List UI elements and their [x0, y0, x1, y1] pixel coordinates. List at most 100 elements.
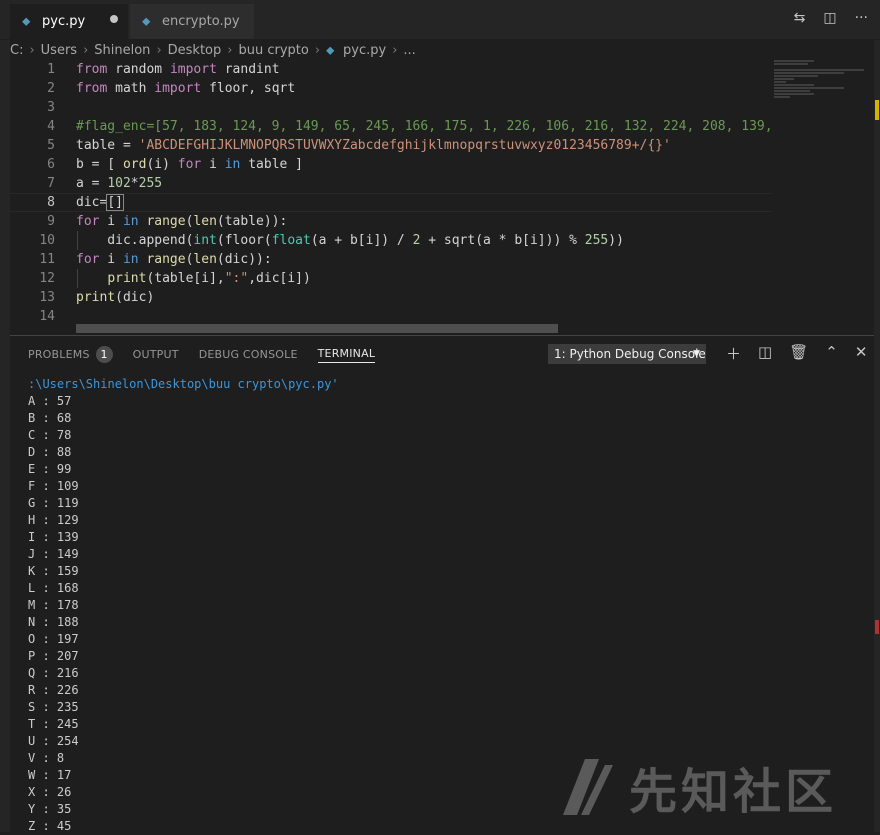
- terminal-line: R : 226: [28, 683, 79, 697]
- breadcrumb-separator-icon: ›: [314, 42, 321, 58]
- minimap-line: [774, 90, 810, 92]
- code-line: dic.append(int(floor(float(a + b[i]) / 2…: [76, 233, 624, 248]
- line-number: 7: [47, 176, 55, 191]
- minimap[interactable]: [774, 60, 874, 335]
- minimap-line: [774, 93, 814, 95]
- minimap-line: [774, 63, 808, 65]
- line-number: 11: [39, 252, 55, 267]
- tab-terminal[interactable]: TERMINAL: [317, 347, 376, 363]
- minimap-line: [774, 75, 818, 77]
- line-number: 10: [39, 233, 55, 248]
- minimap-line: [774, 72, 844, 74]
- minimap-line: [774, 96, 790, 98]
- minimap-line: [774, 78, 794, 80]
- terminal-line: Q : 216: [28, 666, 79, 680]
- scrollbar-marker: [875, 620, 879, 634]
- tab-pyc-py[interactable]: ⬥ pyc.py: [10, 4, 128, 39]
- breadcrumb-item[interactable]: Shinelon: [94, 43, 150, 58]
- terminal-line: N : 188: [28, 615, 79, 629]
- line-number-gutter: 1 2 3 4 5 6 7 8 9 10 11 12 13 14: [10, 60, 55, 326]
- code-content[interactable]: from random import randint from math impo…: [76, 60, 772, 326]
- tab-encrypto-py[interactable]: ⬥ encrypto.py: [130, 4, 254, 39]
- scrollbar-marker: [875, 100, 879, 120]
- code-line: print(table[i],":",dic[i]): [107, 271, 311, 286]
- terminal-line: H : 129: [28, 513, 79, 527]
- split-terminal-icon[interactable]: ◫: [758, 343, 772, 364]
- split-editor-icon[interactable]: ◫: [823, 10, 836, 26]
- tab-problems[interactable]: PROBLEMS 1: [28, 346, 113, 363]
- close-icon[interactable]: ✕: [855, 343, 868, 364]
- xianzhi-logo-icon: [563, 759, 613, 815]
- python-file-icon: ⬥: [22, 14, 31, 28]
- terminal-line: M : 178: [28, 598, 79, 612]
- terminal-line: K : 159: [28, 564, 79, 578]
- minimap-line: [774, 69, 864, 71]
- terminal-line: Z : 45: [28, 819, 72, 833]
- breadcrumb-separator-icon: ›: [156, 42, 162, 58]
- code-line: from random import randint: [76, 62, 280, 77]
- terminal-line: A : 57: [28, 394, 72, 408]
- minimap-line: [774, 84, 814, 86]
- terminal-select[interactable]: 1: Python Debug Console ▼: [548, 344, 706, 364]
- chevron-down-icon: ▼: [693, 349, 700, 359]
- tab-label: PROBLEMS: [28, 348, 90, 361]
- tab-debug-console[interactable]: DEBUG CONSOLE: [199, 348, 298, 361]
- breadcrumb-item[interactable]: ...: [403, 43, 415, 58]
- unsaved-dot-icon[interactable]: [110, 15, 118, 23]
- editor-actions: ⇆ ◫ ···: [794, 10, 868, 26]
- minimap-line: [774, 81, 786, 83]
- watermark-text: 先知社区: [629, 764, 838, 820]
- horizontal-scrollbar[interactable]: [76, 324, 558, 333]
- trash-icon[interactable]: 🗑: [789, 343, 808, 364]
- line-number: 8: [47, 195, 55, 210]
- breadcrumb-item[interactable]: Users: [41, 43, 77, 58]
- terminal-line: G : 119: [28, 496, 79, 510]
- code-line: print(dic): [76, 290, 155, 305]
- terminal-line: D : 88: [28, 445, 72, 459]
- terminal-line: U : 254: [28, 734, 79, 748]
- line-number: 4: [47, 119, 55, 134]
- panel-actions: ＋ ◫ 🗑 ⌃ ✕: [726, 343, 867, 364]
- terminal-line: C : 78: [28, 428, 72, 442]
- minimap-line: [774, 60, 814, 62]
- code-line: from math import floor, sqrt: [76, 81, 296, 96]
- line-number: 12: [39, 271, 55, 286]
- code-editor[interactable]: 1 2 3 4 5 6 7 8 9 10 11 12 13 14 from ra…: [10, 60, 874, 335]
- breadcrumb-item[interactable]: buu crypto: [238, 43, 308, 58]
- breadcrumb-item[interactable]: C:: [10, 43, 23, 58]
- more-actions-icon[interactable]: ···: [855, 10, 868, 26]
- line-number: 6: [47, 157, 55, 172]
- line-number: 14: [39, 309, 55, 324]
- scrollbar-track[interactable]: [874, 40, 880, 832]
- tab-label: pyc.py: [42, 14, 86, 29]
- terminal-line: L : 168: [28, 581, 79, 595]
- code-line: for i in range(len(dic)):: [76, 252, 272, 267]
- terminal-line: E : 99: [28, 462, 72, 476]
- code-line: #flag_enc=[57, 183, 124, 9, 149, 65, 245…: [76, 119, 772, 134]
- code-line: table = 'ABCDEFGHIJKLMNOPQRSTUVWXYZabcde…: [76, 138, 671, 153]
- terminal-line: F : 109: [28, 479, 79, 493]
- breadcrumb-separator-icon: ›: [29, 42, 35, 58]
- sidebar-edge: [0, 40, 10, 832]
- tab-label: encrypto.py: [162, 14, 240, 29]
- line-number: 5: [47, 138, 55, 153]
- breadcrumb-item[interactable]: Desktop: [168, 43, 222, 58]
- open-changes-icon[interactable]: ⇆: [794, 10, 806, 26]
- terminal-line: I : 139: [28, 530, 79, 544]
- terminal-line: T : 245: [28, 717, 79, 731]
- code-line: for i in range(len(table)):: [76, 214, 288, 229]
- code-line: a = 102*255: [76, 176, 163, 191]
- terminal-line: O : 197: [28, 632, 79, 646]
- terminal-select-value: 1: Python Debug Console: [554, 347, 706, 361]
- tab-output[interactable]: OUTPUT: [133, 348, 179, 361]
- breadcrumb-item[interactable]: pyc.py: [343, 43, 386, 58]
- terminal-line: X : 26: [28, 785, 72, 799]
- line-number: 9: [47, 214, 55, 229]
- breadcrumb-separator-icon: ›: [83, 42, 89, 58]
- terminal-output[interactable]: :\Users\Shinelon\Desktop\buu crypto\pyc.…: [28, 376, 339, 835]
- maximize-panel-icon[interactable]: ⌃: [825, 343, 838, 364]
- tab-bar: ⬥ pyc.py ⬥ encrypto.py ⇆ ◫ ···: [0, 0, 880, 39]
- new-terminal-icon[interactable]: ＋: [726, 343, 741, 364]
- terminal-line: S : 235: [28, 700, 79, 714]
